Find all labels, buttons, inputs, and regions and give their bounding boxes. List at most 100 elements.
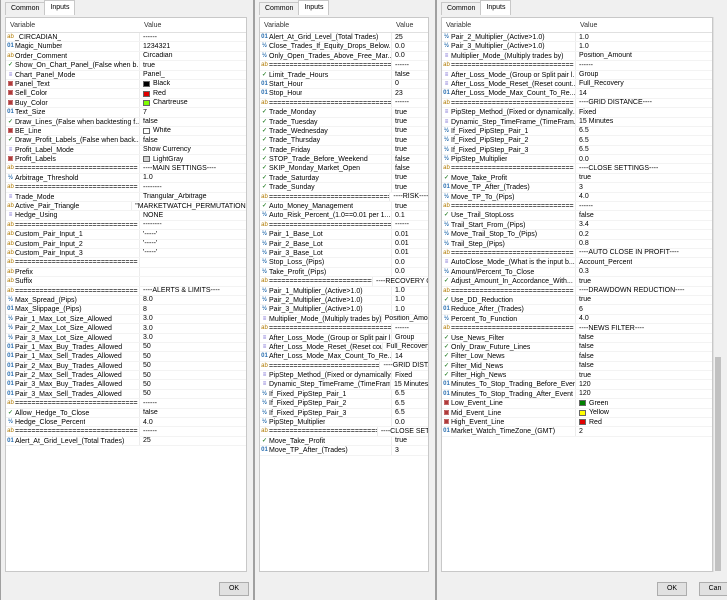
- value-cell[interactable]: true: [392, 202, 407, 210]
- value-cell[interactable]: 50: [140, 390, 151, 398]
- value-cell[interactable]: true: [392, 146, 407, 154]
- input-row[interactable]: ½ Stop_Loss_(Pips) 0.0: [260, 258, 428, 268]
- input-row[interactable]: ✓ Draw_Profit_Labels_(False when back... f…: [6, 136, 246, 146]
- input-row[interactable]: ▣ Profit_Labels LightGray: [6, 155, 246, 165]
- value-cell[interactable]: 1.0: [392, 296, 405, 304]
- variable-column-header[interactable]: Variable: [6, 18, 140, 32]
- value-cell[interactable]: 0.8: [576, 240, 589, 248]
- input-row[interactable]: ✓ STOP_Trade_Before_Weekend false: [260, 155, 428, 165]
- input-row[interactable]: ▣ Low_Event_Line Green: [442, 399, 712, 409]
- input-row[interactable]: ½ If_Fixed_PipStep_Pair_1 6.5: [442, 126, 712, 137]
- input-row[interactable]: ½ Pair_3_Base_Lot 0.01: [260, 248, 428, 259]
- input-row[interactable]: ½ If_Fixed_PipStep_Pair_2 6.5: [442, 136, 712, 146]
- input-row[interactable]: ab ============================== ----RISK…: [260, 192, 428, 203]
- input-row[interactable]: ½ Move_Trail_Stop_To_(Pips) 0.2: [442, 230, 712, 240]
- input-row[interactable]: ½ If_Fixed_PipStep_Pair_3 6.5: [260, 408, 428, 419]
- value-column-header[interactable]: Value: [140, 18, 161, 32]
- input-row[interactable]: ½ Amount/Percent_To_Close 0.3: [442, 267, 712, 278]
- value-cell[interactable]: Position_Amou: [382, 315, 428, 323]
- input-row[interactable]: ½ Arbitrage_Threshold 1.0: [6, 173, 246, 184]
- input-row[interactable]: ≡ AutoClose_Mode_(What is the input b... A…: [442, 258, 712, 268]
- input-row[interactable]: ab Active_Pair_Triangle "MARKETWATCH_PERMU…: [6, 202, 246, 212]
- value-cell[interactable]: 50: [140, 343, 151, 351]
- value-cell[interactable]: 23: [392, 89, 403, 97]
- input-row[interactable]: ≡ Hedge_Using NONE: [6, 211, 246, 221]
- value-cell[interactable]: 3: [392, 446, 399, 454]
- value-cell[interactable]: 0.1: [392, 211, 405, 219]
- input-row[interactable]: 01 Pair_2_Max_Buy_Trades_Allowed 50: [6, 361, 246, 372]
- input-row[interactable]: ✓ Use_DD_Reduction true: [442, 295, 712, 306]
- input-row[interactable]: ½ If_Fixed_PipStep_Pair_2 6.5: [260, 399, 428, 409]
- input-row[interactable]: ½ Percent_To_Function 4.0: [442, 314, 712, 325]
- input-row[interactable]: ✓ Show_On_Chart_Panel_(False when b... tru…: [6, 61, 246, 71]
- value-cell[interactable]: 4.0: [576, 193, 589, 201]
- value-cell[interactable]: ----MAIN SETTINGS----: [140, 164, 216, 172]
- value-cell[interactable]: 25: [392, 33, 403, 41]
- value-cell[interactable]: Panel_: [140, 71, 165, 79]
- value-cell[interactable]: 0: [392, 80, 399, 88]
- value-cell[interactable]: 6.5: [576, 146, 589, 154]
- input-row[interactable]: ab ============================== ------: [260, 61, 428, 71]
- input-row[interactable]: ≡ After_Loss_Mode_Reset_(Reset count... Fu…: [442, 79, 712, 90]
- input-row[interactable]: ½ Pair_2_Multiplier_(Active>1.0) 1.0: [260, 295, 428, 306]
- value-cell[interactable]: ------: [392, 61, 409, 69]
- value-cell[interactable]: 0.3: [576, 268, 589, 276]
- input-row[interactable]: ½ Pair_1_Base_Lot 0.01: [260, 230, 428, 240]
- input-row[interactable]: 01 Stop_Hour 23: [260, 89, 428, 99]
- value-cell[interactable]: 0.01: [392, 230, 409, 238]
- input-row[interactable]: ½ Pair_2_Max_Lot_Size_Allowed 3.0: [6, 324, 246, 334]
- value-cell[interactable]: Show Currency: [140, 146, 191, 154]
- input-row[interactable]: 01 Move_TP_After_(Trades) 3: [260, 446, 428, 456]
- tab-common[interactable]: Common: [5, 2, 46, 15]
- input-row[interactable]: ab Suffix: [6, 277, 246, 287]
- value-cell[interactable]: "MARKETWATCH_PERMUTATIONS": [132, 202, 246, 210]
- value-cell[interactable]: 120: [576, 390, 591, 398]
- value-cell[interactable]: [140, 268, 143, 276]
- value-cell[interactable]: --------: [140, 221, 162, 229]
- input-row[interactable]: ab ============================== ----MAIN…: [6, 164, 246, 174]
- value-cell[interactable]: Account_Percent: [576, 258, 632, 266]
- value-cell[interactable]: 1.0: [140, 174, 153, 182]
- value-cell[interactable]: 6: [576, 305, 583, 313]
- value-cell[interactable]: 6.5: [392, 390, 405, 398]
- input-row[interactable]: ab==============================----CLOS…: [260, 427, 428, 437]
- value-cell[interactable]: ------: [392, 99, 409, 107]
- value-cell[interactable]: Position_Amount: [576, 52, 632, 60]
- value-cell[interactable]: ------: [392, 221, 409, 229]
- value-cell[interactable]: false: [576, 362, 594, 370]
- input-row[interactable]: ≡ PipStep_Method_(Fixed or dynamically...…: [260, 371, 428, 381]
- value-cell[interactable]: true: [392, 108, 407, 116]
- input-row[interactable]: ½ Only_Open_Trades_Above_Free_Mar... 0.0: [260, 51, 428, 62]
- value-cell[interactable]: Fixed: [576, 108, 596, 116]
- input-row[interactable]: ½ Pair_3_Multiplier_(Active>1.0) 1.0: [442, 42, 712, 52]
- value-cell[interactable]: true: [392, 437, 407, 445]
- input-row[interactable]: 01 Alert_At_Grid_Level_(Total Trades) 25: [6, 436, 246, 447]
- value-cell[interactable]: 7: [140, 108, 147, 116]
- input-row[interactable]: ½ Pair_3_Multiplier_(Active>1.0) 1.0: [260, 305, 428, 315]
- input-row[interactable]: ab ============================== ----DRAW…: [442, 286, 712, 296]
- input-row[interactable]: 01 Start_Hour 0: [260, 79, 428, 90]
- value-cell[interactable]: ------: [140, 427, 157, 435]
- value-cell[interactable]: false: [392, 164, 410, 172]
- input-row[interactable]: ✓ Filter_High_News true: [442, 371, 712, 381]
- value-cell[interactable]: 0.2: [576, 230, 589, 238]
- input-row[interactable]: ab ============================== ----NEWS…: [442, 324, 712, 334]
- value-cell[interactable]: '-----': [140, 249, 157, 257]
- input-row[interactable]: ✓ Trade_Thursday true: [260, 136, 428, 146]
- input-row[interactable]: 01 Reduce_After_(Trades) 6: [442, 305, 712, 315]
- input-row[interactable]: 01 After_Loss_Mode_Max_Count_To_Re... 14: [442, 89, 712, 99]
- input-row[interactable]: ab ============================== ------: [260, 98, 428, 109]
- value-cell[interactable]: NONE: [140, 211, 163, 219]
- value-cell[interactable]: ----CLOSE SETTINGS----: [576, 164, 658, 172]
- value-cell[interactable]: 0.0: [392, 268, 405, 276]
- value-cell[interactable]: Group: [576, 71, 598, 79]
- value-cell[interactable]: 1.0: [392, 287, 405, 295]
- variable-column-header[interactable]: Variable: [442, 18, 576, 32]
- cancel-button[interactable]: Can: [699, 582, 727, 596]
- value-cell[interactable]: 8: [140, 305, 147, 313]
- value-column-header[interactable]: Value: [392, 18, 413, 32]
- value-cell[interactable]: 0.01: [392, 240, 409, 248]
- input-row[interactable]: ½ Take_Profit_(Pips) 0.0: [260, 267, 428, 278]
- input-row[interactable]: ≡ Profit_Label_Mode Show Currency: [6, 145, 246, 156]
- value-cell[interactable]: Triangular_Arbitrage: [140, 193, 207, 201]
